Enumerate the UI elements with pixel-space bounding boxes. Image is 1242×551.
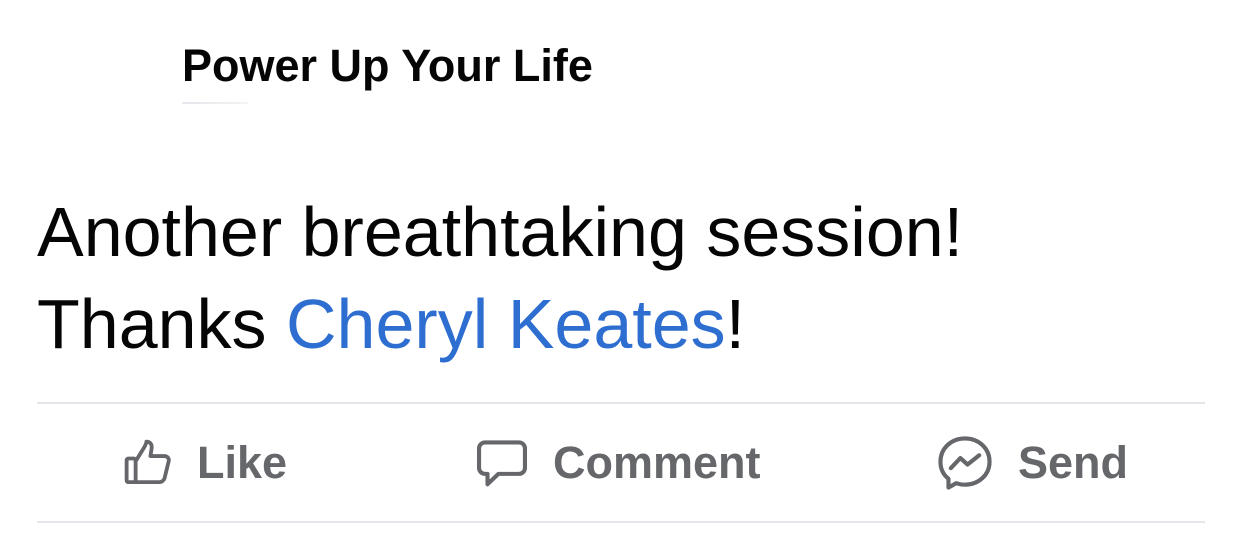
post-text-thanks: Thanks bbox=[37, 285, 286, 363]
send-button[interactable]: Send bbox=[934, 404, 1128, 521]
thumbs-up-icon bbox=[121, 436, 175, 490]
post-text-exclamation: ! bbox=[725, 285, 746, 363]
post-card: Power Up Your Life Another breathtaking … bbox=[0, 0, 1242, 551]
actions-bottom-divider bbox=[37, 521, 1205, 523]
post-action-bar: Like Comment Send bbox=[37, 404, 1205, 521]
speech-bubble-icon bbox=[473, 434, 531, 492]
comment-label: Comment bbox=[553, 436, 761, 488]
messenger-icon bbox=[934, 432, 996, 494]
post-text-line-2: Thanks Cheryl Keates! bbox=[37, 278, 1207, 370]
comment-button[interactable]: Comment bbox=[473, 404, 761, 521]
mention-link[interactable]: Cheryl Keates bbox=[286, 285, 726, 363]
header-divider-fragment bbox=[182, 102, 248, 104]
post-text-line-1: Another breathtaking session! bbox=[37, 193, 964, 271]
like-button[interactable]: Like bbox=[121, 404, 287, 521]
send-label: Send bbox=[1018, 436, 1129, 488]
like-label: Like bbox=[197, 436, 288, 488]
page-name-link[interactable]: Power Up Your Life bbox=[182, 38, 593, 94]
post-body-text: Another breathtaking session! Thanks Che… bbox=[37, 186, 1207, 370]
post-header: Power Up Your Life bbox=[182, 38, 593, 94]
